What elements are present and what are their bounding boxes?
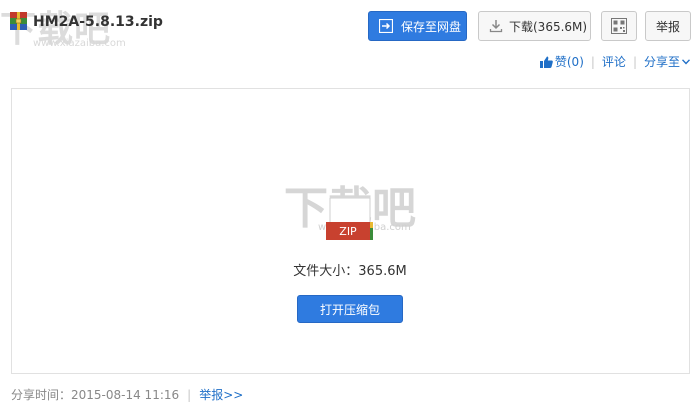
- qr-code-icon: [611, 18, 627, 34]
- report-link[interactable]: 举报>>: [199, 386, 243, 403]
- save-icon: [379, 19, 393, 33]
- share-dropdown[interactable]: 分享至: [644, 53, 690, 70]
- separator: |: [590, 54, 595, 69]
- archive-file-icon: [10, 12, 27, 30]
- zip-badge-text: ZIP: [339, 225, 357, 238]
- share-time: 分享时间：2015-08-14 11:16: [11, 388, 180, 402]
- comment-link[interactable]: 评论: [602, 53, 626, 70]
- save-to-netdisk-button[interactable]: 保存至网盘: [368, 11, 467, 41]
- watermark-url-top: www.xiazaiba.com: [33, 38, 126, 49]
- download-button-label: 下载(365.6M): [509, 19, 588, 34]
- download-icon: [489, 20, 503, 33]
- like-count: (0): [566, 54, 584, 69]
- report-button-label: 举报: [655, 19, 680, 34]
- qr-code-button[interactable]: [601, 11, 637, 41]
- thumbs-up-icon: [539, 56, 553, 68]
- report-button[interactable]: 举报: [645, 11, 691, 41]
- action-links: 赞 (0) | 评论 | 分享至: [539, 53, 690, 70]
- separator: |: [187, 387, 192, 402]
- chevron-down-icon: [682, 58, 690, 65]
- like-link[interactable]: 赞 (0): [539, 53, 584, 70]
- like-label: 赞: [554, 55, 567, 69]
- separator: |: [632, 54, 637, 69]
- file-name: HM2A-5.8.13.zip: [33, 14, 163, 30]
- footer-info: 分享时间：2015-08-14 11:16 | 举报>>: [11, 386, 243, 403]
- open-archive-button[interactable]: 打开压缩包: [297, 295, 403, 323]
- zip-file-icon: ZIP: [326, 198, 373, 240]
- open-archive-label: 打开压缩包: [319, 302, 380, 317]
- share-label: 分享至: [643, 55, 680, 69]
- download-button[interactable]: 下载(365.6M): [478, 11, 591, 41]
- save-button-label: 保存至网盘: [401, 19, 462, 34]
- file-size-label: 文件大小：365.6M: [293, 264, 407, 279]
